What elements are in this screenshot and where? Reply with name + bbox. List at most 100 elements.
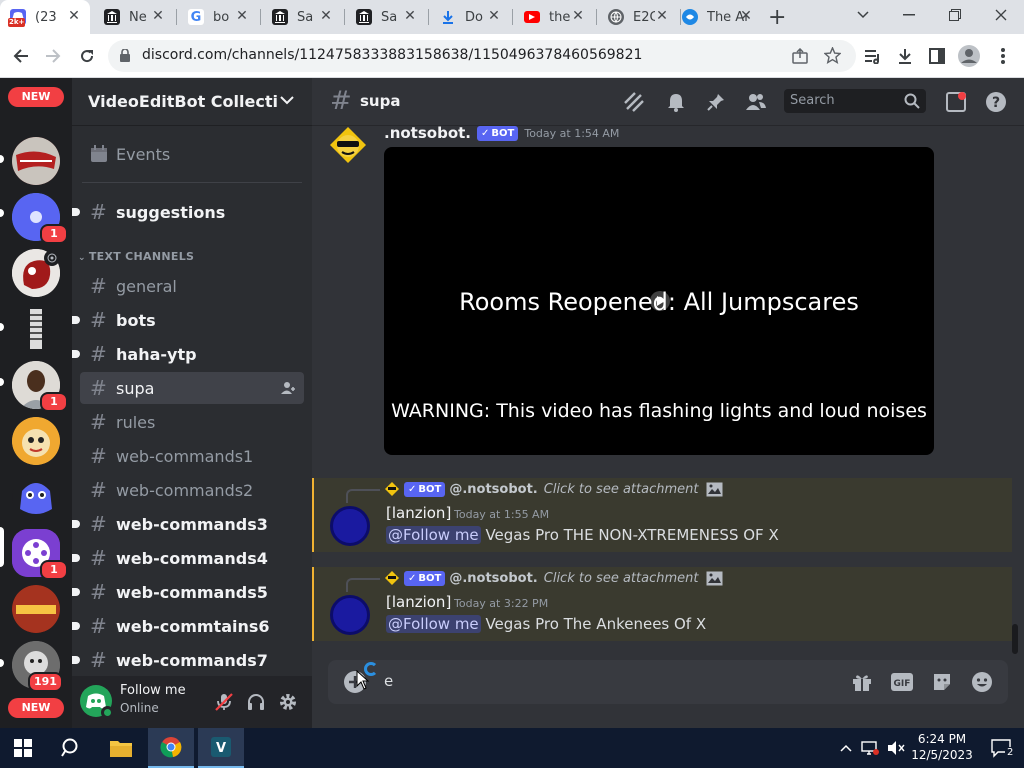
user-avatar[interactable]: [330, 506, 370, 546]
tab-title: Sa: [381, 9, 398, 25]
help-icon[interactable]: ?: [984, 90, 1008, 114]
new-badge[interactable]: NEW: [8, 698, 64, 718]
minimize-icon[interactable]: [886, 0, 932, 30]
chrome-taskbar-icon[interactable]: [148, 728, 194, 768]
close-icon[interactable]: ✕: [234, 8, 250, 24]
guild-cartoon[interactable]: [12, 417, 60, 465]
user-mention[interactable]: @Follow me: [386, 615, 481, 633]
channel-web-commands7[interactable]: # web-commands7: [72, 644, 304, 676]
notification-center-icon[interactable]: 2: [978, 728, 1024, 768]
search-input[interactable]: Search: [784, 89, 926, 113]
browser-tab-discord[interactable]: 2k+ (23 ✕: [0, 0, 90, 34]
message-author[interactable]: .notsobot.: [384, 124, 471, 142]
channel-web-commands2[interactable]: # web-commands2: [80, 474, 304, 506]
share-icon[interactable]: [792, 48, 808, 64]
channel-supa[interactable]: # supa: [80, 372, 304, 404]
windows-start-icon[interactable]: [0, 728, 46, 768]
browser-tab[interactable]: Sa ✕: [346, 0, 426, 34]
address-bar[interactable]: discord.com/channels/1124758333883158638…: [108, 40, 856, 72]
close-icon[interactable]: ✕: [402, 8, 418, 24]
user-mention[interactable]: @Follow me: [386, 526, 481, 544]
system-clock[interactable]: 6:24 PM 12/5/2023: [910, 731, 974, 763]
network-icon[interactable]: [858, 728, 882, 768]
gift-icon[interactable]: [850, 670, 874, 694]
member-list-icon[interactable]: [744, 90, 768, 114]
channel-bots[interactable]: # bots: [72, 304, 304, 336]
invite-member-icon[interactable]: [280, 380, 296, 396]
vegas-pro-icon[interactable]: V: [198, 728, 244, 768]
tab-search-icon[interactable]: [840, 0, 886, 30]
volume-muted-icon[interactable]: [884, 728, 908, 768]
file-explorer-icon[interactable]: [98, 728, 144, 768]
play-icon[interactable]: [650, 291, 670, 311]
threads-icon[interactable]: [622, 90, 646, 114]
message-input[interactable]: e: [384, 672, 393, 690]
close-icon[interactable]: ✕: [738, 8, 754, 24]
inbox-icon[interactable]: [944, 90, 968, 114]
lock-icon[interactable]: [120, 49, 130, 62]
close-icon[interactable]: ✕: [318, 8, 334, 24]
channel-web-commtains6[interactable]: # web-commtains6: [72, 610, 304, 642]
message-author[interactable]: [lanzion]: [386, 504, 451, 522]
bot-avatar[interactable]: [328, 125, 368, 165]
channel-rules[interactable]: # rules: [80, 406, 304, 438]
chevron-up-icon[interactable]: [836, 728, 856, 768]
side-panel-icon[interactable]: [926, 45, 948, 67]
browser-tab[interactable]: E2C ✕: [598, 0, 678, 34]
window-close-icon[interactable]: [978, 0, 1024, 30]
browser-tab[interactable]: The An ✕: [672, 0, 762, 34]
gif-icon[interactable]: GIF: [890, 670, 914, 694]
tab-separator: [176, 9, 177, 25]
channel-suggestions[interactable]: # suggestions: [72, 196, 304, 228]
channel-haha-ytp[interactable]: # haha-ytp: [72, 338, 304, 370]
channel-web-commands3[interactable]: # web-commands3: [72, 508, 304, 540]
reload-icon[interactable]: [72, 41, 102, 71]
guild-striped[interactable]: [12, 305, 60, 353]
close-icon[interactable]: ✕: [654, 8, 670, 24]
emoji-icon[interactable]: [970, 670, 994, 694]
guild-calamity[interactable]: [12, 137, 60, 185]
pinned-messages-icon[interactable]: [704, 90, 728, 114]
close-icon[interactable]: ✕: [66, 8, 82, 24]
channel-web-commands1[interactable]: # web-commands1: [80, 440, 304, 472]
browser-tab[interactable]: G bo ✕: [178, 0, 258, 34]
reply-reference[interactable]: ✓ BOT @.notsobot. Click to see attachment: [384, 570, 723, 586]
scrollbar[interactable]: [1012, 624, 1018, 654]
chrome-menu-icon[interactable]: [992, 45, 1014, 67]
download-icon[interactable]: [894, 45, 916, 67]
settings-gear-icon[interactable]: [276, 690, 300, 714]
browser-tab[interactable]: the ✕: [514, 0, 594, 34]
guild-skoombs[interactable]: [12, 585, 60, 633]
forward-icon[interactable]: [38, 41, 68, 71]
close-icon[interactable]: ✕: [150, 8, 166, 24]
browser-tab[interactable]: Do ✕: [430, 0, 510, 34]
video-attachment[interactable]: Rooms Reopened: All Jumpscares WARNING: …: [384, 147, 934, 455]
new-badge[interactable]: NEW: [8, 87, 64, 107]
notification-bell-icon[interactable]: [664, 90, 688, 114]
restore-icon[interactable]: [932, 0, 978, 30]
reading-list-icon[interactable]: [862, 45, 884, 67]
back-icon[interactable]: [6, 41, 36, 71]
sticker-icon[interactable]: [930, 670, 954, 694]
search-icon[interactable]: [48, 728, 94, 768]
reply-reference[interactable]: ✓ BOT @.notsobot. Click to see attachment: [384, 481, 723, 497]
channel-web-commands4[interactable]: # web-commands4: [72, 542, 304, 574]
bookmark-star-icon[interactable]: [824, 47, 841, 64]
message-author[interactable]: [lanzion]: [386, 593, 451, 611]
server-header[interactable]: VideoEditBot Collection ...: [72, 78, 312, 126]
events-item[interactable]: Events: [80, 138, 304, 170]
close-icon[interactable]: ✕: [486, 8, 502, 24]
guild-blue-alien[interactable]: [12, 473, 60, 521]
user-avatar[interactable]: [330, 595, 370, 635]
channel-general[interactable]: # general: [80, 270, 304, 302]
channel-web-commands5[interactable]: # web-commands5: [72, 576, 304, 608]
mute-microphone-icon[interactable]: [212, 690, 236, 714]
profile-avatar[interactable]: [958, 45, 980, 67]
category-text-channels[interactable]: ⌄ TEXT CHANNELS: [78, 250, 194, 263]
hashtag-icon: #: [90, 580, 107, 604]
close-icon[interactable]: ✕: [570, 8, 586, 24]
headphones-icon[interactable]: [244, 690, 268, 714]
browser-tab[interactable]: Ne ✕: [94, 0, 174, 34]
new-tab-button[interactable]: +: [762, 0, 792, 34]
browser-tab[interactable]: Sa ✕: [262, 0, 342, 34]
